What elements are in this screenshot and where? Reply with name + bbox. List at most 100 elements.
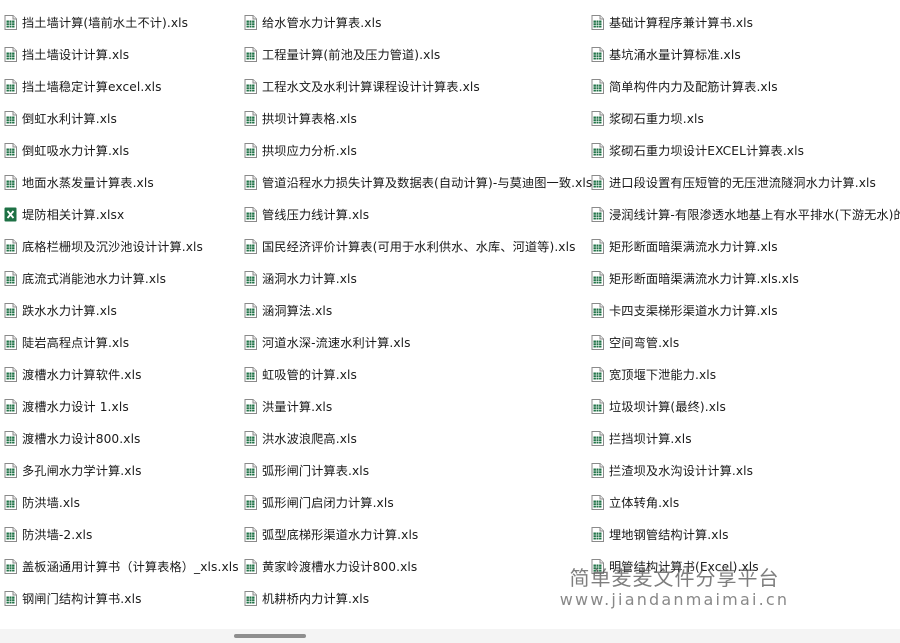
- file-column-2: 给水管水力计算表.xls 工程量计算(前池及压力管道).xls 工程水文及水利计算课…: [244, 6, 592, 614]
- file-name: 渡槽水力设计 1.xls: [22, 400, 129, 414]
- file-item[interactable]: 空间弯管.xls: [591, 326, 900, 358]
- excel-file-icon: [244, 270, 257, 286]
- file-item[interactable]: 弧型底梯形渠道水力计算.xls: [244, 518, 588, 550]
- file-name: 虹吸管的计算.xls: [262, 368, 357, 382]
- excel-file-icon: [591, 558, 604, 574]
- file-name: 浆砌石重力坝设计EXCEL计算表.xls: [609, 144, 805, 158]
- file-item[interactable]: 洪量计算.xls: [244, 390, 588, 422]
- excel-file-icon: [591, 462, 604, 478]
- file-name: 机耕桥内力计算.xls: [262, 592, 370, 606]
- file-item[interactable]: 宽顶堰下泄能力.xls: [591, 358, 900, 390]
- file-item[interactable]: 卡四支渠梯形渠道水力计算.xls: [591, 294, 900, 326]
- file-item[interactable]: 拱坝应力分析.xls: [244, 134, 588, 166]
- file-item[interactable]: 虹吸管的计算.xls: [244, 358, 588, 390]
- excel-file-icon: [591, 174, 604, 190]
- excel-file-icon: [244, 590, 257, 606]
- file-item[interactable]: 简单构件内力及配筋计算表.xls: [591, 70, 900, 102]
- file-item[interactable]: 涵洞水力计算.xls: [244, 262, 588, 294]
- excel-file-icon: [591, 526, 604, 542]
- file-item[interactable]: 涵洞算法.xls: [244, 294, 588, 326]
- file-item[interactable]: 垃圾坝计算(最终).xls: [591, 390, 900, 422]
- horizontal-scrollbar[interactable]: [0, 629, 900, 643]
- file-name: 拦渣坝及水沟设计计算.xls: [609, 464, 754, 478]
- file-item[interactable]: 基坑涌水量计算标准.xls: [591, 38, 900, 70]
- excel-file-icon: [4, 590, 17, 606]
- file-item[interactable]: 浸润线计算-有限渗透水地基上有水平排水(下游无水)的均质坝.xls: [591, 198, 900, 230]
- file-name: 堤防相关计算.xlsx: [22, 208, 125, 222]
- file-item[interactable]: 挡土墙计算(墙前水土不计).xls: [4, 6, 240, 38]
- file-item[interactable]: 管线压力线计算.xls: [244, 198, 588, 230]
- file-name: 钢闸门结构计算书.xls: [22, 592, 142, 606]
- file-item[interactable]: 管道沿程水力损失计算及数据表(自动计算)-与莫迪图一致.xls: [244, 166, 592, 198]
- excel-file-icon: [244, 142, 257, 158]
- excel-file-icon: [4, 270, 17, 286]
- file-item[interactable]: 底流式消能池水力计算.xls: [4, 262, 240, 294]
- excel-file-icon: [4, 78, 17, 94]
- file-item[interactable]: 盖板涵通用计算书（计算表格）_xls.xls: [4, 550, 240, 582]
- file-item[interactable]: 洪水波浪爬高.xls: [244, 422, 588, 454]
- file-item[interactable]: 进口段设置有压短管的无压泄流隧洞水力计算.xls: [591, 166, 900, 198]
- file-item[interactable]: 渡槽水力设计800.xls: [4, 422, 240, 454]
- file-name: 涵洞水力计算.xls: [262, 272, 357, 286]
- file-item[interactable]: 陡岩高程点计算.xls: [4, 326, 240, 358]
- excel-file-icon: [591, 14, 604, 30]
- file-item[interactable]: 工程量计算(前池及压力管道).xls: [244, 38, 588, 70]
- file-item[interactable]: 矩形断面暗渠满流水力计算.xls: [591, 230, 900, 262]
- excel-file-icon: [591, 270, 604, 286]
- file-item[interactable]: 国民经济评价计算表(可用于水利供水、水库、河道等).xls: [244, 230, 588, 262]
- file-item[interactable]: 地面水蒸发量计算表.xls: [4, 166, 240, 198]
- excel-file-icon: [4, 302, 17, 318]
- file-name: 弧形闸门计算表.xls: [262, 464, 370, 478]
- excel-file-icon: [4, 334, 17, 350]
- file-item[interactable]: 拦挡坝计算.xls: [591, 422, 900, 454]
- file-item[interactable]: 拱坝计算表格.xls: [244, 102, 588, 134]
- file-name: 宽顶堰下泄能力.xls: [609, 368, 717, 382]
- file-item[interactable]: 挡土墙设计计算.xls: [4, 38, 240, 70]
- file-item[interactable]: 弧形闸门启闭力计算.xls: [244, 486, 588, 518]
- file-item[interactable]: 河道水深-流速水利计算.xls: [244, 326, 588, 358]
- excel-file-icon: [244, 14, 257, 30]
- file-item[interactable]: 拦渣坝及水沟设计计算.xls: [591, 454, 900, 486]
- excel-file-icon: [4, 558, 17, 574]
- excel-file-icon: [4, 462, 17, 478]
- file-item[interactable]: 多孔闸水力学计算.xls: [4, 454, 240, 486]
- file-item[interactable]: 矩形断面暗渠满流水力计算.xls.xls: [591, 262, 900, 294]
- file-item[interactable]: 挡土墙稳定计算excel.xls: [4, 70, 240, 102]
- file-item[interactable]: 渡槽水力计算软件.xls: [4, 358, 240, 390]
- file-item[interactable]: 堤防相关计算.xlsx: [4, 198, 240, 230]
- file-name: 国民经济评价计算表(可用于水利供水、水库、河道等).xls: [262, 240, 576, 254]
- file-item[interactable]: 立体转角.xls: [591, 486, 900, 518]
- file-name: 涵洞算法.xls: [262, 304, 333, 318]
- file-item[interactable]: 给水管水力计算表.xls: [244, 6, 588, 38]
- file-item[interactable]: 钢闸门结构计算书.xls: [4, 582, 240, 614]
- file-item[interactable]: 基础计算程序兼计算书.xls: [591, 6, 900, 38]
- file-item[interactable]: 黄家岭渡槽水力设计800.xls: [244, 550, 588, 582]
- file-item[interactable]: 防洪墙-2.xls: [4, 518, 240, 550]
- file-item[interactable]: 弧形闸门计算表.xls: [244, 454, 588, 486]
- file-item[interactable]: 机耕桥内力计算.xls: [244, 582, 588, 614]
- file-name: 浆砌石重力坝.xls: [609, 112, 704, 126]
- file-item[interactable]: 倒虹水利计算.xls: [4, 102, 240, 134]
- file-name: 拱坝应力分析.xls: [262, 144, 357, 158]
- file-item[interactable]: 倒虹吸水力计算.xls: [4, 134, 240, 166]
- file-item[interactable]: 工程水文及水利计算课程设计计算表.xls: [244, 70, 588, 102]
- file-name: 渡槽水力计算软件.xls: [22, 368, 142, 382]
- file-item[interactable]: 浆砌石重力坝设计EXCEL计算表.xls: [591, 134, 900, 166]
- file-item[interactable]: 渡槽水力设计 1.xls: [4, 390, 240, 422]
- file-item[interactable]: 防洪墙.xls: [4, 486, 240, 518]
- file-item[interactable]: 底格栏栅坝及沉沙池设计计算.xls: [4, 230, 240, 262]
- excel-file-icon: [4, 366, 17, 382]
- file-item[interactable]: 跌水水力计算.xls: [4, 294, 240, 326]
- excel-file-icon: [591, 494, 604, 510]
- scrollbar-thumb[interactable]: [234, 634, 306, 638]
- excel-file-icon: [591, 366, 604, 382]
- file-name: 给水管水力计算表.xls: [262, 16, 382, 30]
- file-item[interactable]: 浆砌石重力坝.xls: [591, 102, 900, 134]
- excel-file-icon: [244, 238, 257, 254]
- excel-file-icon: [244, 174, 257, 190]
- file-name: 黄家岭渡槽水力设计800.xls: [262, 560, 418, 574]
- file-item[interactable]: 埋地钢管结构计算.xls: [591, 518, 900, 550]
- file-name: 进口段设置有压短管的无压泄流隧洞水力计算.xls: [609, 176, 876, 190]
- file-item[interactable]: 明管结构计算书(Excel).xls: [591, 550, 900, 582]
- excel-file-icon: [244, 398, 257, 414]
